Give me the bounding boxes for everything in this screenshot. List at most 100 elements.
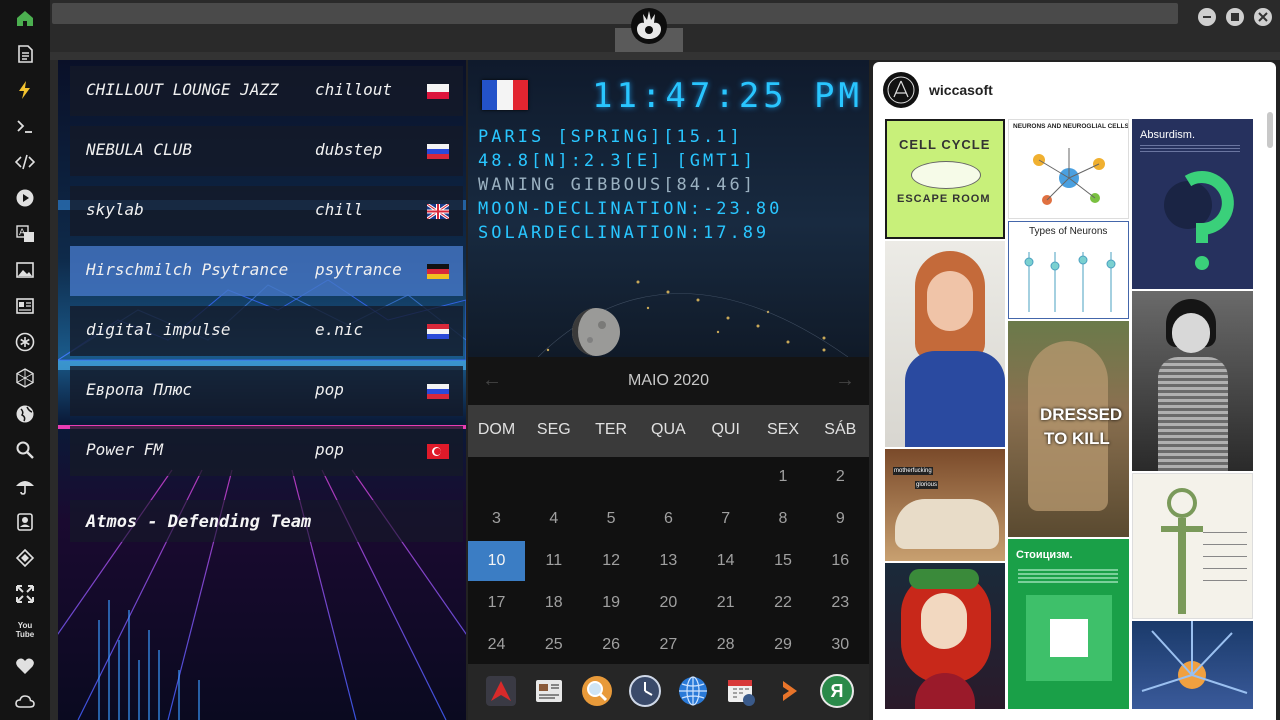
calendar-day[interactable]: 14 bbox=[697, 541, 754, 581]
station-name: Европа Плюс bbox=[86, 380, 192, 399]
station-genre: chillout bbox=[315, 80, 393, 99]
document-icon[interactable] bbox=[10, 39, 40, 69]
terminal-icon[interactable] bbox=[10, 111, 40, 141]
app-launcher-icon[interactable] bbox=[484, 674, 518, 708]
moon-phase: WANING GIBBOUS[84.46] bbox=[478, 175, 756, 195]
calendar-day[interactable]: 9 bbox=[812, 499, 869, 539]
calendar-app-icon[interactable] bbox=[724, 674, 758, 708]
pin-tile-statue[interactable]: motherfucking glorious bbox=[885, 449, 1005, 561]
calendar-day[interactable]: 25 bbox=[525, 625, 582, 665]
calendar-day-today[interactable]: 10 bbox=[468, 541, 525, 581]
pin-tile-neurons-glia[interactable]: NEURONS AND NEUROGLIAL CELLS bbox=[1008, 119, 1129, 219]
close-button[interactable] bbox=[1254, 8, 1272, 26]
cloud-icon[interactable] bbox=[10, 687, 40, 717]
pin-tile-neuron-art[interactable] bbox=[1132, 621, 1253, 709]
calendar-day[interactable]: 29 bbox=[755, 625, 812, 665]
calendar-day[interactable]: 13 bbox=[640, 541, 697, 581]
tile-caption: Absurdism. bbox=[1140, 129, 1196, 141]
calendar-day[interactable]: 18 bbox=[525, 583, 582, 623]
image-icon[interactable] bbox=[10, 255, 40, 285]
maximize-button[interactable] bbox=[1226, 8, 1244, 26]
pin-tile-flapper[interactable] bbox=[1132, 291, 1253, 471]
clock-app-icon[interactable] bbox=[628, 674, 662, 708]
rail-scrollbar[interactable] bbox=[50, 0, 58, 720]
calendar-day[interactable]: 5 bbox=[583, 499, 640, 539]
youtube-icon[interactable]: You Tube bbox=[10, 615, 40, 645]
pin-tile-dressed-to-kill[interactable]: DRESSED TO KILL bbox=[1008, 321, 1129, 537]
pin-tile-poison-ivy[interactable] bbox=[885, 563, 1005, 709]
pin-tile-ankh-diagram[interactable] bbox=[1132, 473, 1253, 619]
media-arrow-icon[interactable] bbox=[772, 674, 806, 708]
home-icon[interactable] bbox=[10, 3, 40, 33]
calendar-day[interactable]: 15 bbox=[755, 541, 812, 581]
calendar-day[interactable]: 4 bbox=[525, 499, 582, 539]
radio-station-row[interactable]: Европа Плюс pop bbox=[70, 366, 463, 416]
tile-caption: glorious bbox=[915, 481, 939, 489]
tag-icon[interactable] bbox=[10, 543, 40, 573]
calendar-day[interactable]: 3 bbox=[468, 499, 525, 539]
radio-station-row[interactable]: Hirschmilch Psytrance psytrance bbox=[70, 246, 463, 296]
calendar-day[interactable]: 17 bbox=[468, 583, 525, 623]
radio-station-row[interactable]: digital impulse e.nic bbox=[70, 306, 463, 356]
clock-panel: 11:47:25 PM PARIS [SPRING][15.1] 48.8[N]… bbox=[468, 60, 869, 357]
minimize-button[interactable] bbox=[1198, 8, 1216, 26]
calendar-day[interactable]: 30 bbox=[812, 625, 869, 665]
tile-caption: motherfucking bbox=[893, 467, 933, 475]
pinterest-username[interactable]: wiccasoft bbox=[929, 82, 993, 98]
calendar-day[interactable]: 23 bbox=[812, 583, 869, 623]
contact-icon[interactable] bbox=[10, 507, 40, 537]
radio-station-row[interactable]: Power FM pop bbox=[70, 426, 463, 476]
browser-icon[interactable] bbox=[676, 674, 710, 708]
hexagon-icon[interactable] bbox=[10, 363, 40, 393]
search-app-icon[interactable] bbox=[580, 674, 614, 708]
pinterest-scrollbar[interactable] bbox=[1267, 112, 1273, 148]
station-name: CHILLOUT LOUNGE JAZZ bbox=[86, 80, 279, 99]
pin-tile-types-neurons[interactable]: Types of Neurons bbox=[1008, 221, 1129, 319]
calendar-day[interactable]: 27 bbox=[640, 625, 697, 665]
code-icon[interactable] bbox=[10, 147, 40, 177]
pin-tile-stoicism[interactable]: Стоицизм. bbox=[1008, 539, 1129, 709]
calendar-day[interactable]: 16 bbox=[812, 541, 869, 581]
calendar-prev-button[interactable]: ← bbox=[482, 369, 502, 392]
asterisk-icon[interactable] bbox=[10, 327, 40, 357]
news-icon[interactable] bbox=[10, 291, 40, 321]
translate-icon[interactable]: A bbox=[10, 219, 40, 249]
calendar-day[interactable]: 19 bbox=[583, 583, 640, 623]
heart-icon[interactable] bbox=[10, 651, 40, 681]
calendar-day[interactable]: 28 bbox=[697, 625, 754, 665]
pin-tile-absurdism[interactable]: Absurdism. bbox=[1132, 119, 1253, 289]
globe-icon[interactable] bbox=[10, 399, 40, 429]
calendar-day[interactable]: 7 bbox=[697, 499, 754, 539]
calendar-day[interactable]: 26 bbox=[583, 625, 640, 665]
calendar-next-button[interactable]: → bbox=[835, 369, 855, 392]
radio-station-row[interactable]: NEBULA CLUB dubstep bbox=[70, 126, 463, 176]
radio-station-row[interactable]: CHILLOUT LOUNGE JAZZ chillout bbox=[70, 66, 463, 116]
tile-caption: Types of Neurons bbox=[1029, 226, 1108, 237]
calendar-day[interactable]: 20 bbox=[640, 583, 697, 623]
expand-icon[interactable] bbox=[10, 579, 40, 609]
calendar-day[interactable]: 2 bbox=[812, 457, 869, 497]
bolt-icon[interactable] bbox=[10, 75, 40, 105]
calendar-day[interactable]: 11 bbox=[525, 541, 582, 581]
calendar-day[interactable]: 8 bbox=[755, 499, 812, 539]
calendar-day[interactable]: 21 bbox=[697, 583, 754, 623]
play-icon[interactable] bbox=[10, 183, 40, 213]
calendar-day[interactable]: 1 bbox=[755, 457, 812, 497]
avatar[interactable] bbox=[883, 72, 919, 108]
pin-tile-cell-cycle[interactable]: CELL CYCLE ESCAPE ROOM bbox=[885, 119, 1005, 239]
station-genre: pop bbox=[315, 440, 344, 459]
calendar-day[interactable]: 6 bbox=[640, 499, 697, 539]
calendar-day[interactable]: 12 bbox=[583, 541, 640, 581]
umbrella-icon[interactable] bbox=[10, 471, 40, 501]
yandex-icon[interactable]: Я bbox=[820, 674, 854, 708]
station-genre: dubstep bbox=[315, 140, 383, 159]
clock-location: PARIS [SPRING][15.1] bbox=[478, 127, 743, 147]
calendar-day[interactable]: 24 bbox=[468, 625, 525, 665]
flag-ru-icon bbox=[427, 384, 449, 399]
radio-station-row[interactable]: skylab chill bbox=[70, 186, 463, 236]
search-icon[interactable] bbox=[10, 435, 40, 465]
pin-tile-portrait[interactable] bbox=[885, 241, 1005, 447]
news-reader-icon[interactable] bbox=[532, 674, 566, 708]
calendar-day[interactable]: 22 bbox=[755, 583, 812, 623]
station-name: Hirschmilch Psytrance bbox=[86, 260, 289, 279]
